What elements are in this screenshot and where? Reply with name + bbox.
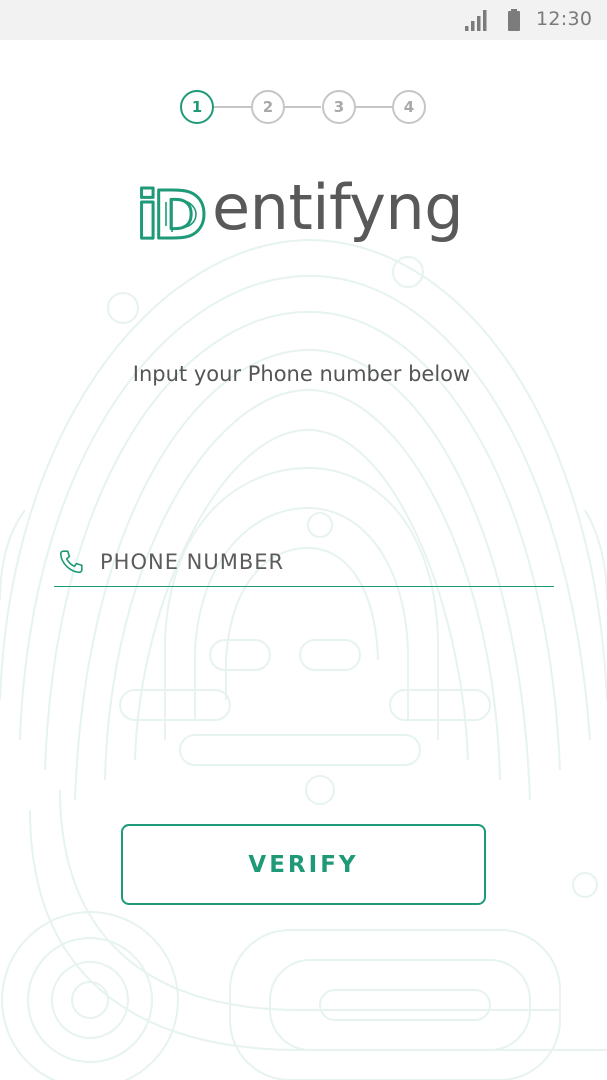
phone-number-input[interactable]: [100, 544, 540, 580]
step-4-indicator: 4: [392, 90, 426, 124]
step-1-indicator: 1: [180, 90, 214, 124]
app-logo: iD entifyng: [136, 171, 476, 258]
phone-number-field[interactable]: [54, 540, 554, 587]
status-bar: 12:30: [0, 0, 607, 40]
progress-stepper: 1 2 3 4: [180, 90, 426, 124]
stepper-connector: [356, 106, 392, 108]
logo-text: entifyng: [212, 171, 464, 244]
logo-id-mark: iD: [136, 182, 212, 246]
stepper-connector: [285, 106, 321, 108]
verify-button[interactable]: VERIFY: [121, 824, 486, 905]
svg-text:iD: iD: [136, 182, 205, 246]
phone-icon: [59, 550, 83, 574]
signal-icon: [465, 10, 487, 31]
instruction-text: Input your Phone number below: [132, 362, 471, 386]
status-time: 12:30: [536, 8, 593, 30]
step-3-indicator: 3: [322, 90, 356, 124]
battery-icon: [508, 9, 520, 31]
step-2-indicator: 2: [251, 90, 285, 124]
